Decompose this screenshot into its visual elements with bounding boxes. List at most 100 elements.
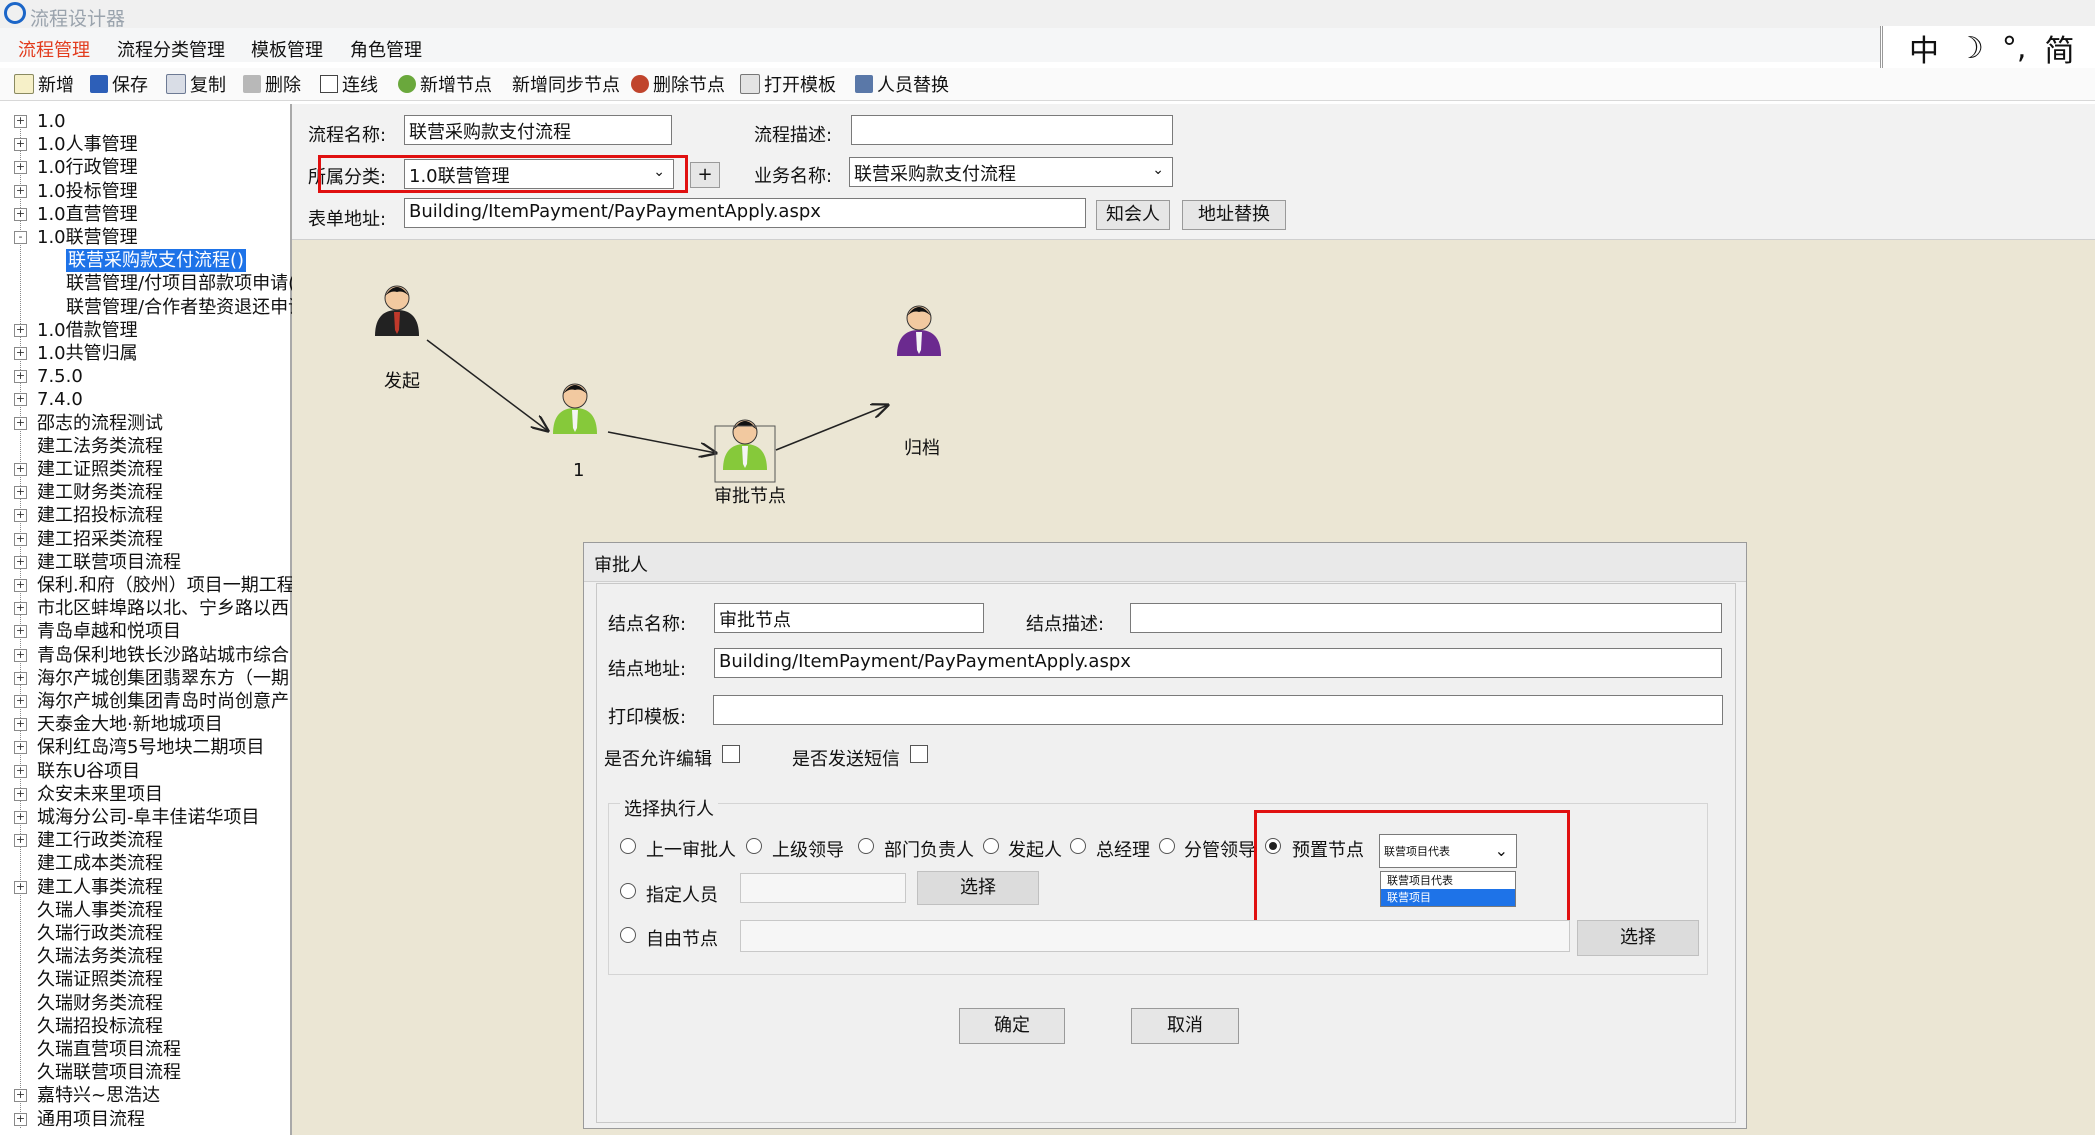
send-sms-checkbox[interactable] bbox=[910, 745, 928, 763]
free-node-input[interactable] bbox=[740, 920, 1570, 952]
expand-icon[interactable]: + bbox=[14, 370, 27, 384]
tree-item[interactable]: + 建工招采类流程 bbox=[0, 528, 290, 551]
cancel-button[interactable]: 取消 bbox=[1131, 1008, 1239, 1044]
add-node-button[interactable]: 新增节点 bbox=[398, 72, 492, 96]
radio-prev-approver[interactable] bbox=[620, 838, 636, 854]
flow-edge-start-to-1[interactable] bbox=[426, 339, 548, 431]
collapse-icon[interactable]: - bbox=[14, 231, 27, 244]
tree-item[interactable]: 久瑞人事类流程 bbox=[0, 899, 290, 922]
expand-icon[interactable]: + bbox=[14, 1112, 27, 1126]
tree-item[interactable]: 联营管理/付项目部款项申请( bbox=[0, 272, 295, 295]
ime-moon-icon[interactable]: ☽ bbox=[1957, 31, 1984, 66]
open-template-button[interactable]: 打开模板 bbox=[740, 72, 836, 96]
tree-item[interactable]: + 天泰金大地·新地城项目 bbox=[0, 713, 290, 736]
tree-item[interactable]: +1.0借款管理 bbox=[0, 319, 290, 342]
radio-division-leader[interactable] bbox=[1159, 838, 1175, 854]
expand-icon[interactable]: + bbox=[14, 138, 27, 152]
add-category-button[interactable]: + bbox=[690, 162, 720, 188]
expand-icon[interactable]: + bbox=[14, 718, 27, 732]
tree-item[interactable]: + 建工人事类流程 bbox=[0, 876, 290, 899]
radio-initiator[interactable] bbox=[983, 838, 999, 854]
ime-simplified-icon[interactable]: 简 bbox=[2044, 26, 2074, 70]
ime-chinese-icon[interactable]: 中 bbox=[1909, 26, 1939, 70]
expand-icon[interactable]: + bbox=[14, 184, 27, 198]
expand-icon[interactable]: + bbox=[14, 161, 27, 175]
tree-item[interactable]: +1.0直营管理 bbox=[0, 203, 290, 226]
assign-select-button[interactable]: 选择 bbox=[917, 871, 1039, 905]
expand-icon[interactable]: + bbox=[14, 532, 27, 546]
expand-icon[interactable]: + bbox=[14, 834, 27, 848]
expand-icon[interactable]: + bbox=[14, 671, 27, 685]
tree-item[interactable]: + 联东U谷项目 bbox=[0, 760, 290, 783]
delete-node-button[interactable]: 删除节点 bbox=[631, 72, 725, 96]
person-node-icon[interactable] bbox=[375, 285, 419, 336]
tree-item[interactable]: -1.0联营管理 bbox=[0, 226, 290, 249]
notify-person-button[interactable]: 知会人 bbox=[1096, 200, 1170, 230]
assign-person-input[interactable] bbox=[740, 873, 906, 903]
tree-item[interactable]: +1.0人事管理 bbox=[0, 133, 290, 156]
ok-button[interactable]: 确定 bbox=[959, 1008, 1065, 1044]
flow-edge-1-to-approval[interactable] bbox=[607, 431, 716, 453]
tree-item[interactable]: + 建工证照类流程 bbox=[0, 458, 290, 481]
radio-superior[interactable] bbox=[746, 838, 762, 854]
expand-icon[interactable]: + bbox=[14, 416, 27, 430]
tree-item[interactable]: + 建工财务类流程 bbox=[0, 481, 290, 504]
person-node-icon[interactable] bbox=[897, 305, 941, 356]
tree-item[interactable]: 久瑞直营项目流程 bbox=[0, 1038, 290, 1061]
tree-item[interactable]: + 保利.和府（胶州）项目一期工程 bbox=[0, 574, 295, 597]
tree-item[interactable]: 久瑞证照类流程 bbox=[0, 968, 290, 991]
tree-item[interactable]: + 众安未来里项目 bbox=[0, 783, 290, 806]
copy-button[interactable]: 复制 bbox=[166, 72, 226, 96]
tree-item[interactable]: 久瑞联营项目流程 bbox=[0, 1061, 290, 1084]
tree-item[interactable]: + 青岛卓越和悦项目 bbox=[0, 620, 290, 643]
tree-item[interactable]: + 建工招投标流程 bbox=[0, 504, 290, 527]
form-url-input[interactable]: Building/ItemPayment/PayPaymentApply.asp… bbox=[404, 198, 1086, 228]
expand-icon[interactable]: + bbox=[14, 393, 27, 407]
expand-icon[interactable]: + bbox=[14, 347, 27, 360]
replace-person-button[interactable]: 人员替换 bbox=[855, 72, 949, 96]
process-name-input[interactable]: 联营采购款支付流程 bbox=[404, 115, 672, 145]
tree-item[interactable]: +1.0行政管理 bbox=[0, 156, 290, 179]
allow-edit-checkbox[interactable] bbox=[722, 745, 740, 763]
connect-checkbox[interactable] bbox=[320, 75, 338, 93]
expand-icon[interactable]: + bbox=[14, 625, 27, 639]
expand-icon[interactable]: + bbox=[14, 764, 27, 778]
free-node-select-button[interactable]: 选择 bbox=[1577, 920, 1699, 956]
person-node-icon[interactable] bbox=[553, 383, 597, 434]
tree-item[interactable]: +1.0共管归属 bbox=[0, 342, 290, 365]
business-name-select[interactable]: 联营采购款支付流程 ⌄ bbox=[849, 157, 1173, 187]
tree-item[interactable]: + 嘉特兴~思浩达 bbox=[0, 1084, 290, 1107]
radio-gm[interactable] bbox=[1070, 838, 1086, 854]
tree-item[interactable]: 久瑞行政类流程 bbox=[0, 922, 290, 945]
tree-item[interactable]: + 青岛保利地铁长沙路站城市综合 bbox=[0, 644, 290, 667]
expand-icon[interactable]: + bbox=[14, 787, 27, 801]
expand-icon[interactable]: + bbox=[14, 811, 27, 824]
tree-item[interactable]: + 保利红岛湾5号地块二期项目 bbox=[0, 736, 290, 759]
expand-icon[interactable]: + bbox=[14, 207, 27, 221]
tree-item[interactable]: + 建工行政类流程 bbox=[0, 829, 290, 852]
tree-item[interactable]: + 邵志的流程测试 bbox=[0, 412, 290, 435]
tree-item[interactable]: 建工法务类流程 bbox=[0, 435, 290, 458]
expand-icon[interactable]: + bbox=[14, 323, 27, 337]
tree-item[interactable]: 建工成本类流程 bbox=[0, 852, 290, 875]
tree-item[interactable]: 久瑞法务类流程 bbox=[0, 945, 290, 968]
tree-item[interactable]: + 海尔产城创集团青岛时尚创意产 bbox=[0, 690, 290, 713]
add-sync-node-button[interactable]: 新增同步节点 bbox=[512, 72, 620, 96]
expand-icon[interactable]: + bbox=[14, 880, 27, 894]
expand-icon[interactable]: + bbox=[14, 579, 27, 592]
expand-icon[interactable]: + bbox=[14, 555, 27, 569]
tree-item[interactable]: +7.4.0 bbox=[0, 388, 290, 411]
connect-toggle[interactable]: 连线 bbox=[320, 72, 378, 96]
expand-icon[interactable]: + bbox=[14, 1089, 27, 1103]
save-button[interactable]: 保存 bbox=[90, 72, 148, 96]
menu-role-management[interactable]: 角色管理 bbox=[350, 36, 422, 62]
expand-icon[interactable]: + bbox=[14, 463, 27, 476]
node-desc-input[interactable] bbox=[1130, 603, 1722, 633]
print-template-input[interactable] bbox=[713, 695, 1723, 725]
ime-punct-icon[interactable]: °, bbox=[2002, 31, 2027, 66]
expand-icon[interactable]: + bbox=[14, 486, 27, 500]
person-node-icon[interactable] bbox=[723, 419, 767, 470]
expand-icon[interactable]: + bbox=[14, 602, 27, 616]
menu-process-management[interactable]: 流程管理 bbox=[18, 36, 90, 62]
tree-item[interactable]: + 城海分公司-阜丰佳诺华项目 bbox=[0, 806, 290, 829]
